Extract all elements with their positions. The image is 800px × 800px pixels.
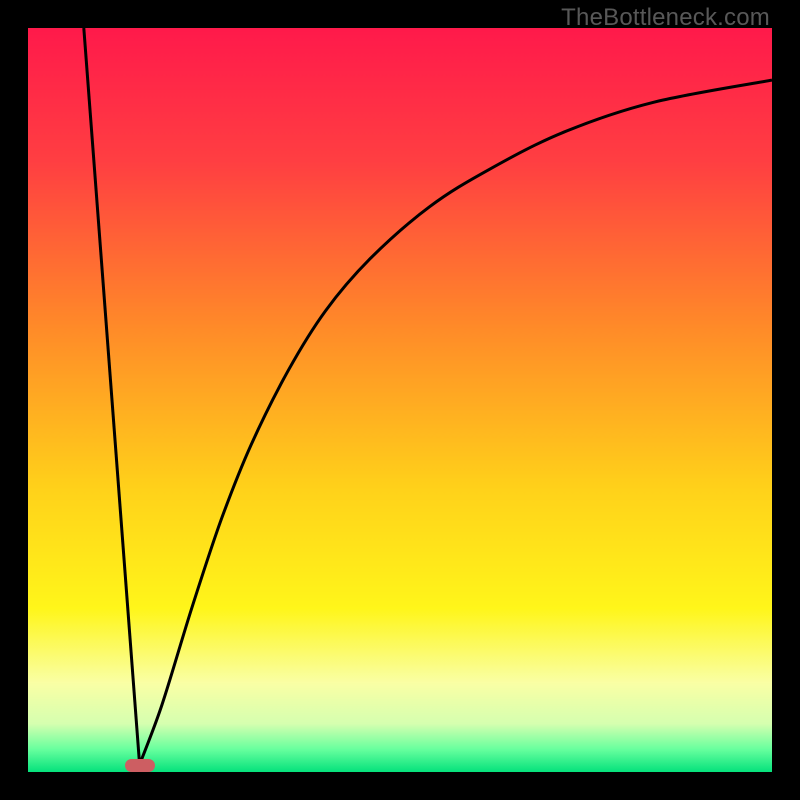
right-branch-curve (140, 80, 772, 765)
vertex-marker (125, 759, 155, 772)
watermark-text: TheBottleneck.com (561, 4, 770, 32)
left-branch-line (84, 28, 140, 765)
curve-layer (28, 28, 772, 772)
chart-frame: TheBottleneck.com (0, 0, 800, 800)
plot-area (28, 28, 772, 772)
